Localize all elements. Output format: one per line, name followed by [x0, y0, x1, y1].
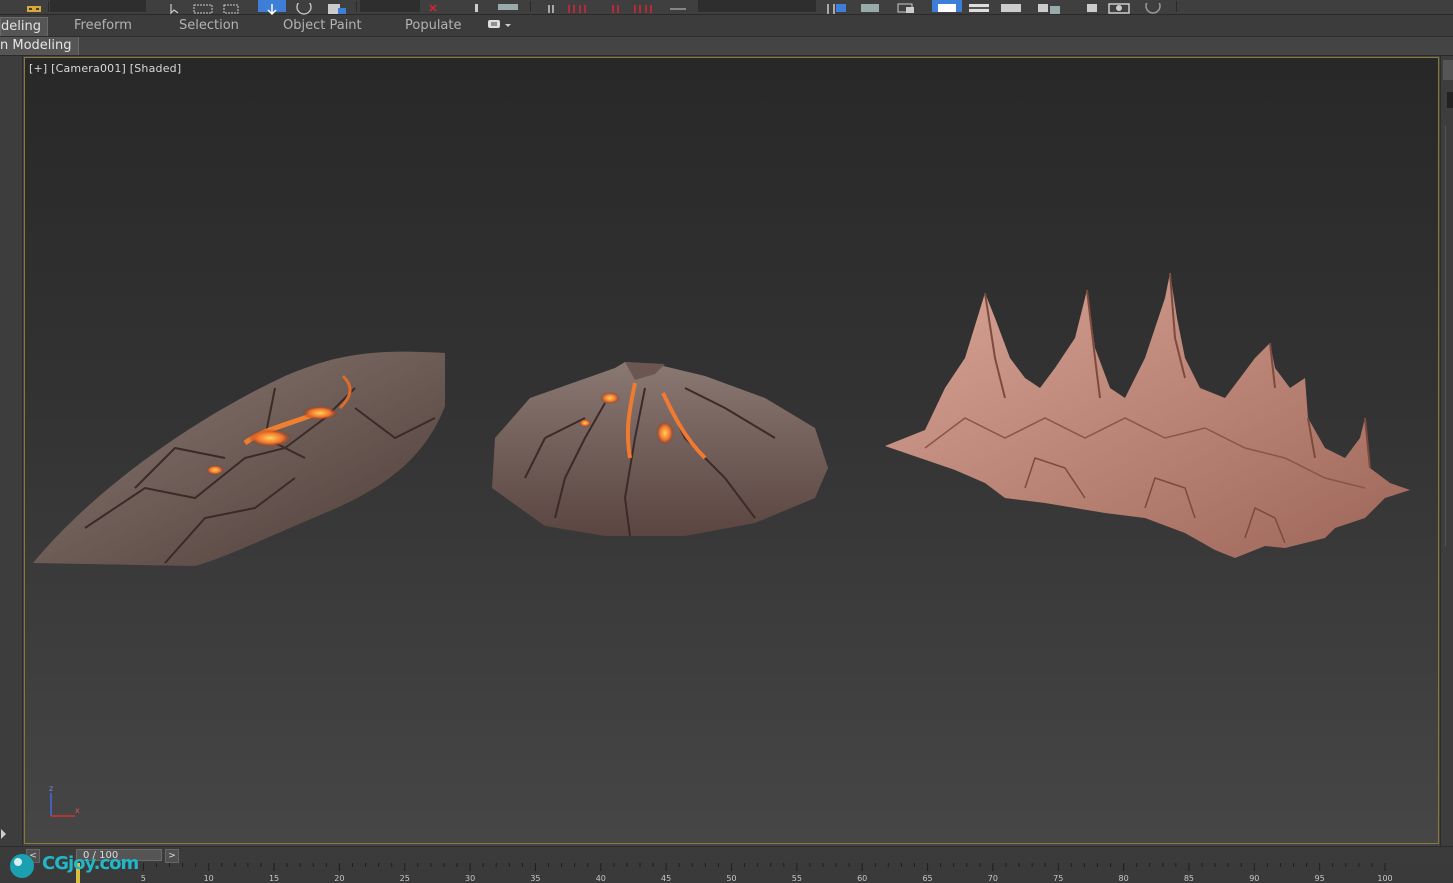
move-icon[interactable] [258, 0, 286, 16]
tab-populate[interactable]: Populate [405, 17, 462, 35]
material-editor-icon[interactable] [1084, 0, 1100, 12]
lava-volcano-rock-model[interactable] [492, 362, 828, 537]
polygon-modeling-panel-label[interactable]: n Modeling [0, 37, 79, 55]
axis-x-label: x [75, 806, 80, 815]
pivot-icon[interactable] [424, 0, 448, 12]
named-selection-dropdown[interactable] [698, 0, 816, 12]
select-object-icon[interactable] [168, 0, 182, 15]
tab-object-paint[interactable]: Object Paint [283, 17, 362, 35]
scene-explorer-icon[interactable] [932, 0, 962, 12]
render-icon[interactable] [1140, 0, 1166, 14]
lava-rock-slab-model[interactable] [33, 351, 445, 566]
percent-snap-icon[interactable] [610, 0, 624, 13]
curve-editor-icon[interactable] [998, 0, 1024, 12]
panel-scrollbar[interactable] [1445, 126, 1453, 546]
reference-coord-dropdown[interactable] [360, 0, 420, 12]
tab-selection[interactable]: Selection [179, 17, 239, 35]
watermark-text: CGjoy.com [42, 853, 139, 874]
keyboard-shortcut-icon[interactable] [496, 0, 520, 12]
axis-gizmo [50, 793, 75, 817]
watermark: CGjoy.com [4, 846, 164, 882]
select-region-icon[interactable] [192, 0, 216, 14]
expand-arrow-icon[interactable] [0, 824, 8, 844]
snap-toggle-icon[interactable] [546, 0, 562, 13]
select-manipulate-icon[interactable] [470, 0, 484, 12]
scale-icon[interactable] [326, 0, 350, 14]
tab-freeform[interactable]: Freeform [74, 17, 132, 35]
watermark-logo-icon [10, 854, 34, 878]
ribbon-tab-bar: deling Freeform Selection Object Paint P… [0, 15, 1453, 37]
link-icon[interactable] [26, 0, 42, 12]
tab-modeling[interactable]: deling [0, 17, 48, 36]
align-icon[interactable] [858, 0, 884, 12]
main-toolbar [0, 0, 1453, 16]
spinner-snap-icon[interactable] [632, 0, 656, 13]
schematic-view-icon[interactable] [1034, 0, 1064, 14]
ribbon-toggle-icon[interactable] [966, 0, 992, 12]
left-side-strip [0, 56, 23, 846]
frame-ruler[interactable]: 0510152025303540455055606570758085909510… [0, 863, 1453, 883]
axis-z-label: z [49, 784, 54, 793]
layer-manager-icon[interactable] [894, 0, 922, 13]
rotate-icon[interactable] [294, 0, 314, 15]
mirror-icon[interactable] [824, 0, 850, 14]
timeline: < 0 / 100 > 0510152025303540455055606570… [0, 846, 1453, 883]
window-crossing-icon[interactable] [222, 0, 242, 14]
edit-named-selection-icon[interactable] [668, 0, 688, 12]
angle-snap-icon[interactable] [566, 0, 592, 13]
ribbon-panel: n Modeling [0, 37, 1453, 56]
spire-rock-cluster-model[interactable] [885, 272, 1410, 558]
next-frame-button[interactable]: > [165, 849, 179, 863]
selection-filter-dropdown[interactable] [50, 0, 146, 12]
render-setup-icon[interactable] [1106, 0, 1132, 14]
command-panel-edge [1440, 56, 1453, 846]
panel-scroll-marker[interactable] [1447, 92, 1453, 108]
command-panel-tab[interactable] [1443, 60, 1453, 80]
ribbon-options-dropdown[interactable] [488, 19, 514, 37]
camera-viewport[interactable]: [+] [Camera001] [Shaded] z x [24, 57, 1439, 844]
